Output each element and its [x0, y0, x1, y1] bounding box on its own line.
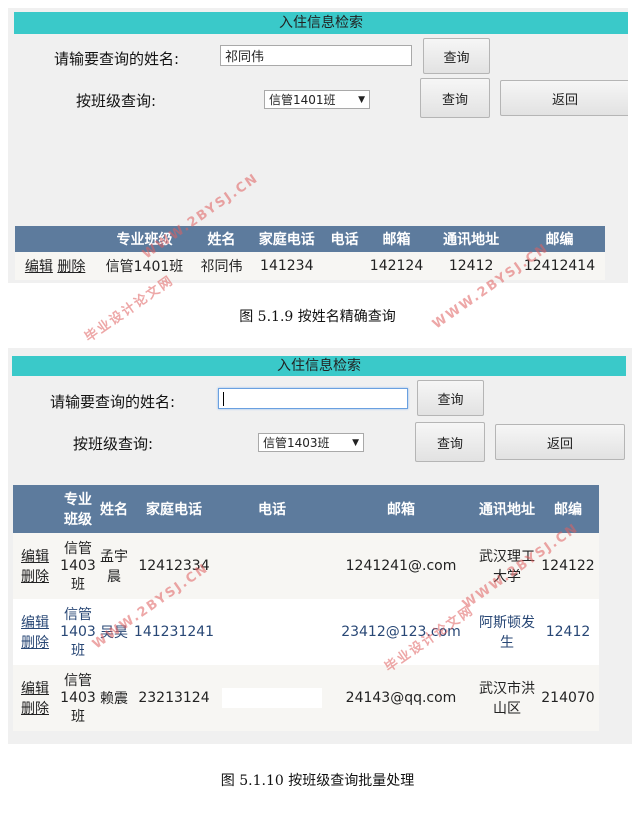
header-address: 通讯地址 — [428, 226, 514, 252]
chevron-down-icon: ▼ — [358, 94, 365, 105]
panel-title: 入住信息检索 — [12, 356, 626, 376]
back-button[interactable]: 返回 — [495, 424, 625, 460]
delete-link[interactable]: 删除 — [21, 569, 49, 585]
name-label: 请输要查询的姓名: — [54, 50, 180, 68]
cell-phone — [324, 252, 365, 280]
class-query-button[interactable]: 查询 — [420, 78, 490, 118]
name-input[interactable] — [218, 388, 408, 409]
row-actions: 编辑 删除 — [13, 665, 57, 731]
header-email: 邮箱 — [364, 226, 429, 252]
figure-caption-2: 图 5.1.10 按班级查询批量处理 — [220, 773, 415, 789]
cell-phone — [219, 533, 325, 599]
class-label: 按班级查询: — [73, 435, 154, 453]
table-header-row: 专业班级 姓名 家庭电话 电话 邮箱 通讯地址 邮编 — [15, 226, 605, 252]
cell-email: 142124 — [369, 258, 424, 274]
cell-class: 信管1403班 — [60, 673, 96, 725]
header-phone: 电话 — [324, 226, 365, 252]
header-zip: 邮编 — [513, 226, 605, 252]
class-label: 按班级查询: — [76, 92, 157, 110]
cell-name: 祁同伟 — [200, 259, 243, 275]
header-phone: 电话 — [219, 485, 325, 533]
text-cursor — [223, 391, 224, 406]
class-select[interactable]: 信管1401班 ▼ — [264, 90, 370, 109]
edit-link[interactable]: 编辑 — [25, 259, 53, 275]
cell-phone — [219, 665, 325, 731]
panel-title: 入住信息检索 — [14, 12, 628, 34]
name-query-button[interactable]: 查询 — [417, 380, 484, 416]
delete-link[interactable]: 删除 — [21, 701, 49, 717]
cell-phone — [219, 599, 325, 665]
cell-class: 信管1403班 — [60, 607, 96, 659]
header-home-phone: 家庭电话 — [129, 485, 219, 533]
cell-class: 信管1403班 — [60, 541, 96, 593]
name-input[interactable]: 祁同伟 — [220, 45, 412, 66]
cell-home-phone: 141234 — [260, 258, 314, 274]
cell-zip: 214070 — [541, 690, 595, 706]
edit-link[interactable]: 编辑 — [21, 549, 49, 565]
class-select-value: 信管1403班 — [263, 436, 330, 450]
table-header-row: 专业班级 姓名 家庭电话 电话 邮箱 通讯地址 邮编 — [13, 485, 599, 533]
result-table: 专业班级 姓名 家庭电话 电话 邮箱 通讯地址 邮编 编辑删除 信管1403班 … — [13, 485, 599, 731]
chevron-down-icon: ▼ — [352, 437, 359, 448]
edit-link[interactable]: 编辑 — [21, 615, 49, 631]
cell-address: 武汉市洪山区 — [479, 681, 535, 717]
header-name: 姓名 — [193, 226, 250, 252]
header-actions — [15, 226, 96, 252]
row-actions: 编辑 删除 — [13, 533, 57, 599]
header-actions — [13, 485, 57, 533]
cell-address: 阿斯顿发生 — [479, 615, 535, 651]
edit-link[interactable]: 编辑 — [21, 681, 49, 697]
row-actions: 编辑 删除 — [15, 252, 95, 280]
delete-link[interactable]: 删除 — [57, 259, 85, 275]
name-query-button[interactable]: 查询 — [423, 38, 490, 74]
header-class: 专业班级 — [57, 485, 99, 533]
cell-name: 孟宇晨 — [100, 549, 128, 585]
class-select[interactable]: 信管1403班 ▼ — [258, 433, 364, 452]
delete-link[interactable]: 删除 — [21, 635, 49, 651]
table-row: 编辑删除 信管1403班 赖震 23213124 24143@qq.com 武汉… — [13, 665, 599, 731]
class-query-button[interactable]: 查询 — [415, 422, 485, 462]
name-label: 请输要查询的姓名: — [50, 393, 176, 411]
screenshot-name-query: 入住信息检索 请输要查询的姓名: 祁同伟 查询 按班级查询: 信管1401班 ▼… — [8, 8, 628, 283]
header-name: 姓名 — [99, 485, 129, 533]
cell-zip: 12412 — [545, 624, 591, 640]
cell-home-phone: 23213124 — [138, 690, 210, 706]
class-select-value: 信管1401班 — [269, 93, 336, 107]
cell-name: 赖震 — [100, 691, 128, 707]
cell-email: 1241241@.com — [345, 558, 457, 574]
header-address: 通讯地址 — [477, 485, 537, 533]
header-home-phone: 家庭电话 — [249, 226, 325, 252]
back-button[interactable]: 返回 — [500, 80, 628, 116]
header-email: 邮箱 — [325, 485, 477, 533]
row-actions: 编辑 删除 — [13, 599, 57, 665]
cell-email: 24143@qq.com — [345, 690, 457, 706]
phone-blank-field — [222, 688, 322, 708]
